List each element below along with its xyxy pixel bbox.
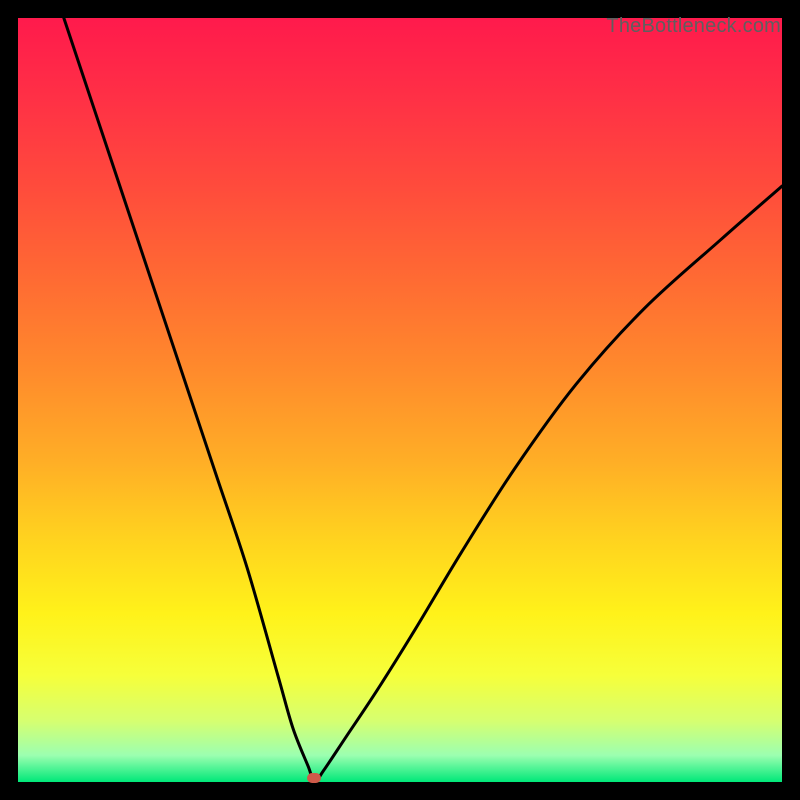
plot-area: TheBottleneck.com xyxy=(18,18,782,782)
optimum-marker xyxy=(307,773,321,783)
bottleneck-curve xyxy=(18,18,782,782)
watermark-text: TheBottleneck.com xyxy=(606,15,781,38)
